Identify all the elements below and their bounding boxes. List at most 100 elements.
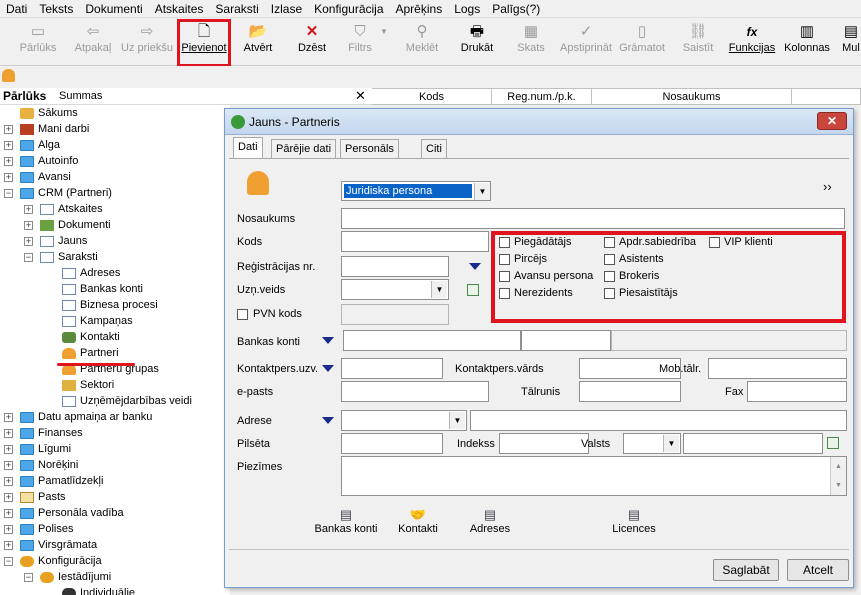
expand-toggle[interactable]: + (24, 221, 33, 230)
delete-button[interactable]: ✕ Dzēst (296, 22, 328, 62)
expand-toggle[interactable]: + (4, 429, 13, 438)
kontaktpers-uzv-input[interactable] (341, 358, 443, 379)
expand-toggle[interactable]: + (4, 477, 13, 486)
arrow-down-icon[interactable] (469, 263, 481, 270)
menu-teksts[interactable]: Teksts (33, 2, 79, 16)
chevron-down-icon[interactable]: ▼ (449, 412, 465, 429)
arrow-down-icon[interactable] (322, 417, 334, 424)
tree-item-polises[interactable]: Polises (20, 521, 73, 537)
open-button[interactable]: 📂 Atvērt (240, 22, 276, 62)
expand-toggle[interactable]: + (4, 125, 13, 134)
pvn-checkbox[interactable] (237, 309, 248, 320)
tree-item-dokumenti[interactable]: Dokumenti (40, 217, 111, 233)
tree-item-jauns[interactable]: Jauns (40, 233, 87, 249)
valsts-input[interactable] (683, 433, 823, 454)
adreses-button[interactable]: ▤ Adreses (465, 507, 515, 535)
collapse-toggle[interactable]: − (24, 253, 33, 262)
tab-personals[interactable]: Personāls (340, 139, 399, 159)
menu-saraksti[interactable]: Saraksti (209, 2, 264, 16)
tree-item-biznesa-procesi[interactable]: Biznesa procesi (62, 297, 158, 313)
tree-item-pamatlidzekli[interactable]: Pamatlīdzekļi (20, 473, 103, 489)
tree-item-autoinfo[interactable]: Autoinfo (20, 153, 78, 169)
lookup-icon[interactable] (827, 437, 839, 449)
column-regnum[interactable]: Reg.num./p.k. (492, 89, 592, 105)
expand-toggle[interactable]: + (24, 237, 33, 246)
tree-item-kampanas[interactable]: Kampaņas (62, 313, 133, 329)
expand-toggle[interactable]: + (4, 173, 13, 182)
tab-citi[interactable]: Citi (421, 139, 447, 159)
chevron-down-icon[interactable]: ▼ (474, 183, 490, 200)
tree-item-bankas-konti[interactable]: Bankas konti (62, 281, 143, 297)
tree-item-iestadijumi[interactable]: Iestādījumi (40, 569, 111, 585)
bankas-konti-input-2[interactable] (521, 330, 611, 351)
tree-item-personala-vadiba[interactable]: Personāla vadība (20, 505, 124, 521)
tree-item-individualie[interactable]: Individuālie (62, 585, 135, 595)
collapse-toggle[interactable]: − (24, 573, 33, 582)
tree-item-sektori[interactable]: Sektori (62, 377, 114, 393)
tree-item-norekini[interactable]: Norēķini (20, 457, 78, 473)
forward-button[interactable]: ⇨ Uz priekšu (120, 22, 174, 62)
scrollbar[interactable]: ▲ ▼ (830, 457, 846, 495)
tab-parejie-dati[interactable]: Pārējie dati (271, 139, 337, 159)
tree-item-alga[interactable]: Alga (20, 137, 60, 153)
expand-toggle[interactable]: + (4, 141, 13, 150)
menu-konfiguracija[interactable]: Konfigurācija (308, 2, 389, 16)
licences-button[interactable]: ▤ Licences (607, 507, 661, 535)
print-button[interactable]: 🖶 Drukāt (459, 22, 495, 62)
column-nosaukums[interactable]: Nosaukums (592, 89, 792, 105)
view-button[interactable]: ▦ Skats (516, 22, 546, 62)
functions-button[interactable]: fx Funkcijas (728, 22, 776, 62)
tree-item-atskaites[interactable]: Atskaites (40, 201, 103, 217)
arrow-down-icon[interactable] (322, 337, 334, 344)
fax-input[interactable] (747, 381, 847, 402)
kods-input[interactable] (341, 231, 489, 252)
save-button[interactable]: Saglabāt (713, 559, 779, 581)
tree-title[interactable]: Pārlūks (3, 89, 46, 103)
menu-logs[interactable]: Logs (448, 2, 486, 16)
tree-item-saraksti[interactable]: Saraksti (40, 249, 98, 265)
columns-button[interactable]: ▥ Kolonnas (784, 22, 830, 62)
tab-dati[interactable]: Dati (233, 137, 263, 159)
expand-toggle[interactable]: + (24, 205, 33, 214)
link-button[interactable]: ⛓ Saistīt (682, 22, 714, 62)
tree-item-kontakti[interactable]: Kontakti (62, 329, 120, 345)
e-pasts-input[interactable] (341, 381, 489, 402)
lookup-icon[interactable] (467, 284, 479, 296)
tree-item-crm[interactable]: CRM (Partneri) (20, 185, 112, 201)
talrunis-input[interactable] (579, 381, 681, 402)
tree-item-virsgramata[interactable]: Virsgrāmata (20, 537, 97, 553)
menu-dokumenti[interactable]: Dokumenti (79, 2, 148, 16)
filter-button[interactable]: ⛉ Filtrs (346, 22, 374, 62)
type-select[interactable]: Juridiska persona ▼ (341, 181, 491, 201)
close-icon[interactable]: ✕ (817, 112, 847, 130)
expand-more-button[interactable]: ›› (823, 179, 832, 194)
expand-toggle[interactable]: + (4, 157, 13, 166)
pilseta-input[interactable] (341, 433, 443, 454)
tree-item-datu-apmaina[interactable]: Datu apmaiņa ar banku (20, 409, 152, 425)
menu-dati[interactable]: Dati (0, 2, 33, 16)
tree-item-pasts[interactable]: Pasts (20, 489, 66, 505)
valsts-select[interactable]: ▼ (623, 433, 681, 454)
tree-item-uznemdarbibas-veidi[interactable]: Uzņēmējdarbības veidi (62, 393, 192, 409)
expand-toggle[interactable]: + (4, 525, 13, 534)
nosaukums-input[interactable] (341, 208, 845, 229)
summas-tab[interactable]: Summas (59, 90, 102, 102)
expand-toggle[interactable]: + (4, 509, 13, 518)
adrese-input[interactable] (470, 410, 847, 431)
menu-aprekins[interactable]: Aprēķins (390, 2, 449, 16)
indekss-input[interactable] (499, 433, 589, 454)
menu-atskaites[interactable]: Atskaites (149, 2, 210, 16)
menu-paligs[interactable]: Palīgs(?) (486, 2, 546, 16)
collapse-toggle[interactable]: − (4, 557, 13, 566)
filter-dropdown[interactable]: ▼ (378, 22, 390, 62)
chevron-down-icon[interactable]: ▼ (663, 435, 679, 452)
partner-icon[interactable] (2, 69, 15, 82)
approve-button[interactable]: ✓ Apstiprināt (560, 22, 612, 62)
cancel-button[interactable]: Atcelt (787, 559, 849, 581)
tree-item-sakums[interactable]: Sākums (20, 105, 78, 121)
mul-button[interactable]: ▤ Mul (838, 22, 861, 62)
bankas-konti-button[interactable]: ▤ Bankas konti (313, 507, 379, 535)
tree-item-ligumi[interactable]: Līgumi (20, 441, 71, 457)
adrese-select[interactable]: ▼ (341, 410, 467, 431)
chevron-down-icon[interactable]: ▼ (431, 281, 447, 298)
